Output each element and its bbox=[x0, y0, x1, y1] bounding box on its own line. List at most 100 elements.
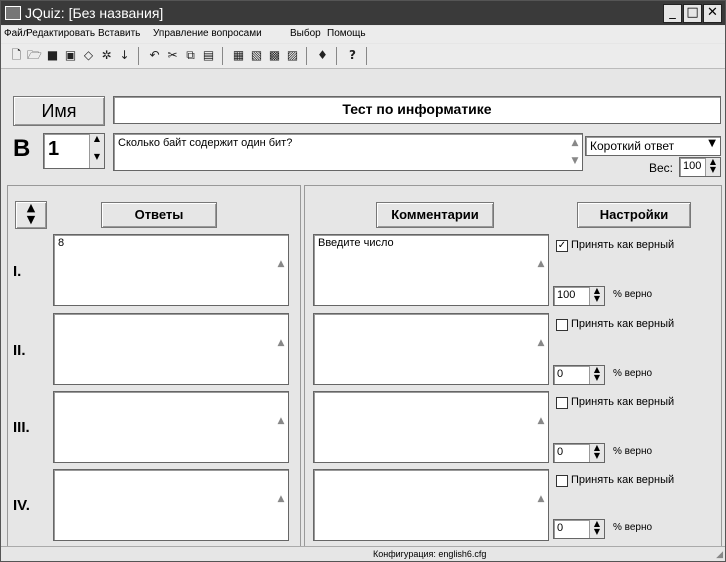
toolbar-separator bbox=[366, 47, 367, 65]
answers-header-button[interactable]: Ответы bbox=[101, 202, 217, 228]
percent-value: 0 bbox=[557, 368, 564, 380]
menu-select[interactable]: Выбор bbox=[290, 28, 321, 39]
question-type-value: Короткий ответ bbox=[590, 139, 675, 153]
percent-spinner[interactable]: 0 ▲ ▼ bbox=[553, 365, 605, 385]
percent-label: % верно bbox=[613, 368, 653, 379]
percent-arrows[interactable]: ▲ ▼ bbox=[589, 366, 604, 384]
copy-icon[interactable]: ⧉ bbox=[183, 48, 198, 63]
answer-text-input[interactable]: ▲▼ bbox=[53, 391, 289, 484]
quiz-title-input[interactable]: Тест по информатике bbox=[113, 96, 721, 124]
undo-icon[interactable]: ↶ bbox=[147, 48, 162, 63]
toolbar-separator bbox=[222, 47, 223, 65]
comment-scrollbar[interactable]: ▲▼ bbox=[534, 314, 548, 406]
open-folder-icon[interactable]: 🗁 bbox=[27, 48, 42, 63]
insert-picture-icon[interactable]: ▧ bbox=[249, 48, 264, 63]
save-icon[interactable]: ■ bbox=[45, 48, 60, 63]
percent-arrows[interactable]: ▲ ▼ bbox=[589, 444, 604, 462]
accept-correct-checkbox[interactable] bbox=[556, 319, 568, 331]
menu-edit[interactable]: Редактировать bbox=[26, 28, 95, 39]
question-letter: В bbox=[13, 135, 31, 162]
answer-label: II. bbox=[13, 342, 26, 359]
answer-text-input[interactable]: 8 ▲▼ bbox=[53, 234, 289, 327]
chevron-down-icon[interactable]: ▼ bbox=[708, 138, 716, 149]
question-text: Сколько байт содержит один бит? bbox=[118, 137, 293, 149]
comment-scrollbar[interactable]: ▲▼ bbox=[534, 470, 548, 561]
answer-scrollbar[interactable]: ▲▼ bbox=[274, 470, 288, 561]
close-button[interactable]: ✕ bbox=[703, 4, 722, 23]
menu-manage-questions[interactable]: Управление вопросами bbox=[153, 28, 262, 39]
settings-header-button[interactable]: Настройки bbox=[577, 202, 691, 228]
toolbar-separator bbox=[336, 47, 337, 65]
name-button[interactable]: Имя bbox=[13, 96, 105, 126]
comment-input[interactable]: ▲▼ bbox=[313, 313, 549, 406]
percent-arrows[interactable]: ▲ ▼ bbox=[589, 287, 604, 305]
percent-arrows[interactable]: ▲ ▼ bbox=[589, 520, 604, 538]
comment-text: Введите число bbox=[318, 237, 394, 249]
down-arrow-icon[interactable]: ↓ bbox=[117, 48, 132, 63]
reorder-arrows-button[interactable]: ▲ ▼ bbox=[15, 201, 47, 229]
menu-bar: Файл Редактировать Вставить Управление в… bbox=[1, 26, 725, 43]
weight-value: 100 bbox=[683, 160, 702, 172]
answer-text-input[interactable]: ▲▼ bbox=[53, 313, 289, 406]
window-title: JQuiz: [Без названия] bbox=[25, 5, 164, 21]
menu-help[interactable]: Помощь bbox=[327, 28, 366, 39]
percent-label: % верно bbox=[613, 446, 653, 457]
maximize-button[interactable]: □ bbox=[683, 4, 702, 23]
percent-spinner[interactable]: 0 ▲ ▼ bbox=[553, 443, 605, 463]
percent-label: % верно bbox=[613, 289, 653, 300]
paste-icon[interactable]: ▤ bbox=[201, 48, 216, 63]
accept-correct-checkbox[interactable] bbox=[556, 397, 568, 409]
question-type-select[interactable]: Короткий ответ ▼ bbox=[585, 136, 721, 156]
comment-input[interactable]: ▲▼ bbox=[313, 469, 549, 561]
cut-icon[interactable]: ✂ bbox=[165, 48, 180, 63]
help-book-icon[interactable]: ♦ bbox=[315, 48, 330, 63]
new-file-icon[interactable]: 🗋 bbox=[9, 48, 24, 63]
question-text-input[interactable]: Сколько байт содержит один бит? ▲ ▼ bbox=[113, 133, 583, 171]
question-number-spinner[interactable]: 1 ▲ ▼ bbox=[43, 133, 105, 169]
weight-spinner[interactable]: 100 ▲ ▼ bbox=[679, 157, 721, 177]
answer-text: 8 bbox=[58, 237, 65, 249]
app-icon bbox=[5, 6, 21, 20]
config-status: Конфигурация: english6.cfg bbox=[373, 549, 487, 559]
comment-input[interactable]: Введите число ▲▼ bbox=[313, 234, 549, 327]
question-number: 1 bbox=[48, 138, 60, 160]
comment-scrollbar[interactable]: ▲▼ bbox=[534, 392, 548, 484]
comments-header-button[interactable]: Комментарии bbox=[376, 202, 494, 228]
answer-text-input[interactable]: ▲▼ bbox=[53, 469, 289, 561]
resize-grip-icon[interactable]: ◢ bbox=[716, 549, 723, 560]
add-question-icon[interactable]: ▦ bbox=[231, 48, 246, 63]
answer-scrollbar[interactable]: ▲▼ bbox=[274, 235, 288, 327]
accept-correct-checkbox[interactable]: ✓ bbox=[556, 240, 568, 252]
menu-insert[interactable]: Вставить bbox=[98, 28, 140, 39]
percent-value: 0 bbox=[557, 446, 564, 458]
answer-label: I. bbox=[13, 263, 22, 280]
web-export-icon[interactable]: ✲ bbox=[99, 48, 114, 63]
accept-correct-label: Принять как верный bbox=[571, 396, 675, 408]
answer-scrollbar[interactable]: ▲▼ bbox=[274, 392, 288, 484]
accept-correct-label: Принять как верный bbox=[571, 239, 675, 251]
menu-file[interactable]: Файл bbox=[4, 28, 29, 39]
title-bar: JQuiz: [Без названия] _ □ ✕ bbox=[1, 1, 725, 25]
help-icon[interactable]: ? bbox=[345, 48, 360, 63]
app-window: JQuiz: [Без названия] _ □ ✕ Файл Редакти… bbox=[0, 0, 726, 562]
comment-input[interactable]: ▲▼ bbox=[313, 391, 549, 484]
web-page-icon[interactable]: ▩ bbox=[267, 48, 282, 63]
answer-scrollbar[interactable]: ▲▼ bbox=[274, 314, 288, 406]
question-scrollbar[interactable]: ▲ ▼ bbox=[568, 134, 582, 170]
toolbar-separator bbox=[138, 47, 139, 65]
percent-value: 100 bbox=[557, 289, 576, 301]
weight-arrows[interactable]: ▲ ▼ bbox=[705, 158, 720, 176]
percent-value: 0 bbox=[557, 522, 564, 534]
minimize-button[interactable]: _ bbox=[663, 4, 682, 23]
percent-spinner[interactable]: 0 ▲ ▼ bbox=[553, 519, 605, 539]
web-page-alt-icon[interactable]: ▨ bbox=[285, 48, 300, 63]
save-as-icon[interactable]: ▣ bbox=[63, 48, 78, 63]
status-bar: Конфигурация: english6.cfg ◢ bbox=[1, 546, 725, 561]
eraser-icon[interactable]: ◇ bbox=[81, 48, 96, 63]
accept-correct-checkbox[interactable] bbox=[556, 475, 568, 487]
percent-spinner[interactable]: 100 ▲ ▼ bbox=[553, 286, 605, 306]
percent-label: % верно bbox=[613, 522, 653, 533]
answer-label: IV. bbox=[13, 497, 30, 514]
comment-scrollbar[interactable]: ▲▼ bbox=[534, 235, 548, 327]
question-number-arrows[interactable]: ▲ ▼ bbox=[89, 134, 104, 168]
